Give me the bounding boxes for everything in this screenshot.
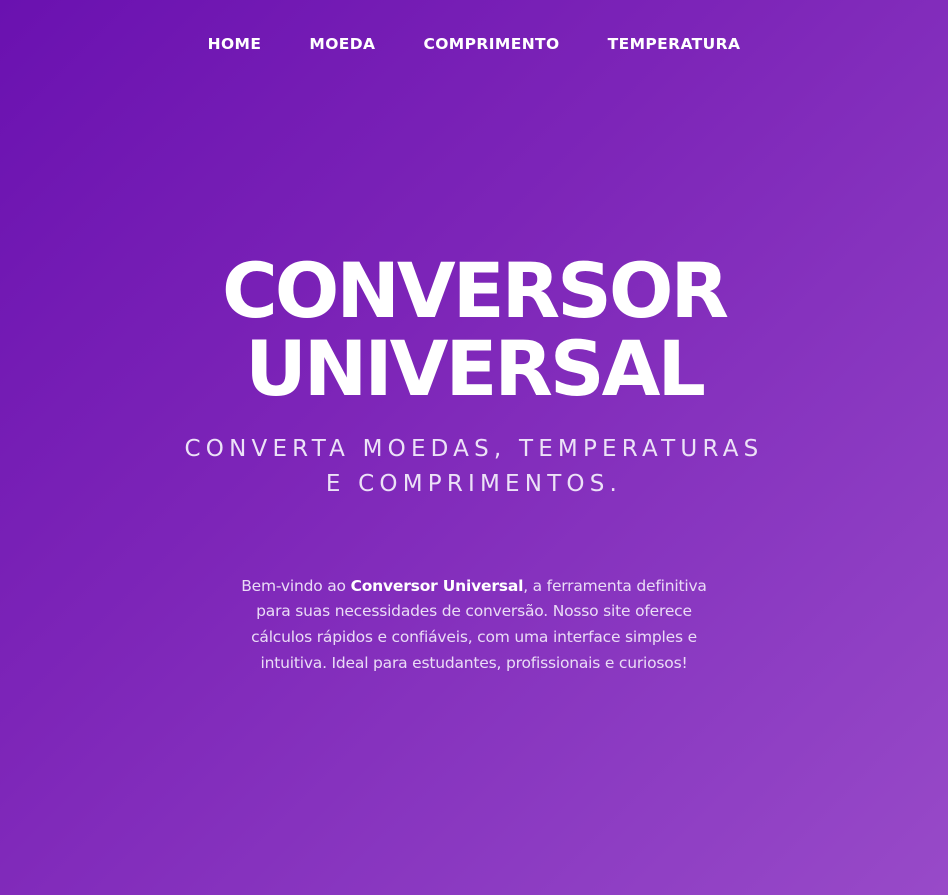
nav-link-moeda[interactable]: MOEDA — [285, 34, 399, 54]
hero-section: CONVERSOR UNIVERSAL Converta moedas, tem… — [0, 252, 948, 502]
nav-link-comprimento[interactable]: COMPRIMENTO — [399, 34, 583, 54]
main-nav: HOME MOEDA COMPRIMENTO TEMPERATURA — [0, 0, 948, 90]
intro-brand-name: Conversor Universal — [350, 576, 524, 595]
page-title-line-1: CONVERSOR — [221, 246, 729, 335]
page-title-line-2: UNIVERSAL — [245, 324, 706, 413]
nav-link-home[interactable]: HOME — [184, 34, 286, 54]
intro-prefix: Bem-vindo ao — [241, 576, 351, 595]
page-title: CONVERSOR UNIVERSAL — [0, 252, 948, 408]
intro-paragraph: Bem-vindo ao Conversor Universal, a ferr… — [229, 574, 719, 677]
nav-link-temperatura[interactable]: TEMPERATURA — [584, 34, 765, 54]
page-subtitle: Converta moedas, temperaturas e comprime… — [184, 436, 764, 497]
